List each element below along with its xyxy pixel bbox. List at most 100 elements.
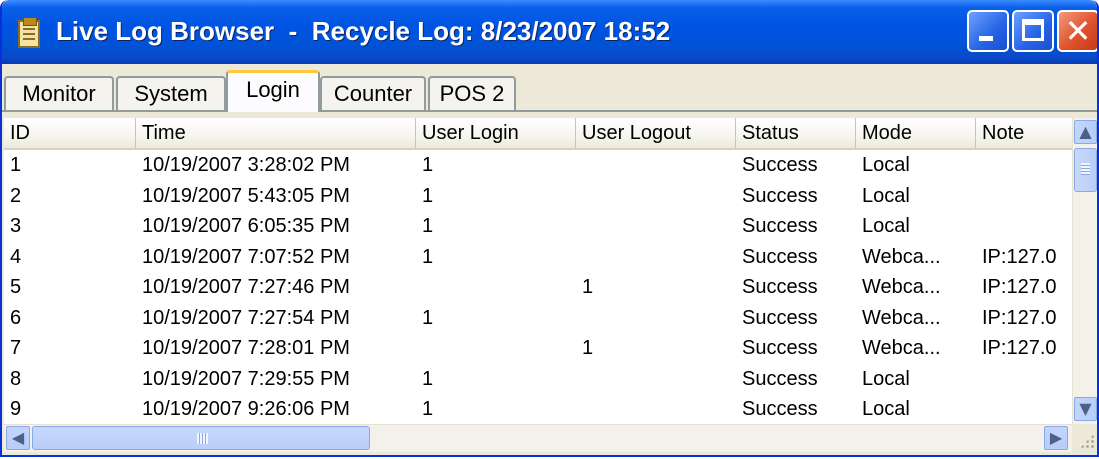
cell-time: 10/19/2007 5:43:05 PM [142,184,350,207]
tab-counter[interactable]: Counter [320,76,426,110]
horizontal-scroll-thumb[interactable] [32,426,370,450]
cell-user-login: 1 [422,245,434,268]
cell-user-logout [576,394,736,424]
cell-mode: Local [862,215,910,237]
cell-note [976,364,1072,394]
cell-id: 9 [10,398,22,420]
cell-time: 10/19/2007 3:28:02 PM [142,154,350,176]
column-header-id[interactable]: ID [4,118,136,148]
cell-user-login [416,333,576,363]
cell-status: Success [742,245,818,268]
cell-note: IP:127.0 [982,245,1057,268]
cell-time: 10/19/2007 7:07:52 PM [142,245,350,268]
minimize-icon [979,36,993,41]
table-row[interactable]: 7 10/19/2007 7:28:01 PM 1 Success Webca... IP… [4,333,1072,363]
cell-note: IP:127.0 [982,337,1057,359]
cell-user-logout [576,211,736,241]
table-row[interactable]: 1 10/19/2007 3:28:02 PM 1 Success Local [4,150,1072,180]
minimize-button[interactable] [967,10,1009,52]
tab-bar: Monitor System Login Counter POS 2 [2,64,1097,118]
cell-status: Success [742,398,818,420]
cell-mode: Webca... [862,337,941,359]
window-title: Live Log Browser - Recycle Log: 8/23/200… [56,16,671,46]
table-row[interactable]: 9 10/19/2007 9:26:06 PM 1 Success Local [4,394,1072,424]
column-header-note[interactable]: Note [976,118,1072,148]
cell-id: 7 [10,337,22,359]
live-log-browser-window: Live Log Browser - Recycle Log: 8/23/200… [0,0,1099,457]
cell-status: Success [742,215,818,237]
cell-time: 10/19/2007 7:28:01 PM [142,337,350,359]
cell-user-logout [576,364,736,394]
column-header-user-login[interactable]: User Login [416,118,576,148]
cell-user-logout: 1 [582,276,594,298]
maximize-icon [1022,19,1044,41]
cell-mode: Local [862,398,910,420]
cell-id: 3 [10,215,22,237]
vertical-scrollbar[interactable]: ▲ ▼ [1072,118,1097,424]
table-row[interactable]: 5 10/19/2007 7:27:46 PM 1 Success Webca... IP… [4,272,1072,302]
scroll-left-arrow-icon[interactable]: ◀ [6,426,30,450]
cell-id: 2 [10,184,22,207]
cell-status: Success [742,276,818,298]
close-button[interactable]: ✕ [1057,10,1097,52]
tab-login[interactable]: Login [226,70,320,112]
scroll-right-arrow-icon[interactable]: ▶ [1044,426,1068,450]
table-row[interactable]: 4 10/19/2007 7:07:52 PM 1 Success Webca... IP… [4,242,1072,272]
horizontal-scrollbar[interactable]: ◀ ▶ [4,424,1072,452]
cell-user-logout [576,181,736,211]
cell-user-logout [576,242,736,272]
cell-user-login: 1 [422,306,434,329]
cell-status: Success [742,306,818,329]
close-icon: ✕ [1064,12,1092,50]
cell-user-login: 1 [422,215,434,237]
cell-status: Success [742,337,818,359]
column-header-status[interactable]: Status [736,118,856,148]
maximize-button[interactable] [1012,10,1054,52]
cell-id: 4 [10,245,22,268]
tab-system[interactable]: System [116,76,226,110]
cell-user-logout [576,150,736,180]
title-bar[interactable]: Live Log Browser - Recycle Log: 8/23/200… [2,0,1097,64]
table-row[interactable]: 3 10/19/2007 6:05:35 PM 1 Success Local [4,211,1072,241]
cell-user-login [416,272,576,302]
vertical-scroll-thumb[interactable] [1074,148,1097,192]
resize-grip-icon[interactable] [1072,424,1097,451]
cell-user-login: 1 [422,398,434,420]
cell-note: IP:127.0 [982,276,1057,298]
scroll-down-arrow-icon[interactable]: ▼ [1074,397,1097,421]
cell-note [976,211,1072,241]
login-log-table[interactable]: ID Time User Login User Logout Status Mo… [4,118,1072,424]
scroll-up-arrow-icon[interactable]: ▲ [1074,120,1097,144]
column-header-time[interactable]: Time [136,118,416,148]
cell-status: Success [742,184,818,207]
tab-pos-2[interactable]: POS 2 [428,76,516,110]
cell-id: 6 [10,306,22,329]
cell-mode: Webca... [862,306,941,329]
cell-time: 10/19/2007 6:05:35 PM [142,215,350,237]
cell-mode: Local [862,184,910,207]
cell-note [976,394,1072,424]
cell-status: Success [742,367,818,390]
cell-mode: Local [862,367,910,390]
table-row[interactable]: 8 10/19/2007 7:29:55 PM 1 Success Local [4,364,1072,394]
column-header-user-logout[interactable]: User Logout [576,118,736,148]
cell-mode: Webca... [862,245,941,268]
cell-note [976,150,1072,180]
table-header: ID Time User Login User Logout Status Mo… [4,118,1072,150]
cell-time: 10/19/2007 7:29:55 PM [142,367,350,390]
table-row[interactable]: 2 10/19/2007 5:43:05 PM 1 Success Local [4,181,1072,211]
tab-monitor[interactable]: Monitor [4,76,114,110]
cell-id: 8 [10,367,22,390]
column-header-mode[interactable]: Mode [856,118,976,148]
cell-status: Success [742,154,818,176]
cell-user-login: 1 [422,367,434,390]
cell-user-login: 1 [422,154,434,176]
tab-baseline [2,110,1097,112]
cell-user-login: 1 [422,184,434,207]
cell-time: 10/19/2007 7:27:54 PM [142,306,350,329]
table-row[interactable]: 6 10/19/2007 7:27:54 PM 1 Success Webca... IP… [4,303,1072,333]
clipboard-icon [18,17,40,48]
cell-id: 1 [10,154,22,176]
cell-user-logout [576,303,736,333]
cell-mode: Webca... [862,276,941,298]
